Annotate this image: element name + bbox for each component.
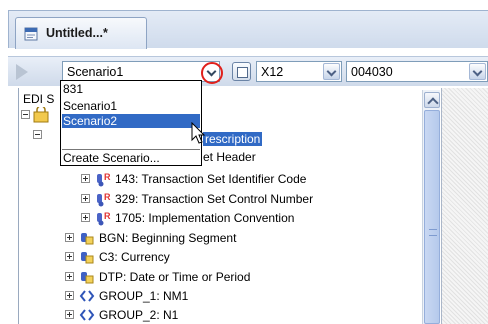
group-icon [79,309,95,321]
tree-row[interactable]: DTP: Date or Time or Period [63,268,403,286]
tree-row[interactable]: GROUP_2: N1 [63,306,403,324]
svg-text:R: R [104,172,111,182]
svg-text:R: R [104,192,111,202]
chevron-down-icon [206,66,217,77]
version-dropdown-button[interactable] [469,63,486,80]
scenario-properties-button[interactable] [232,62,251,81]
scroll-thumb[interactable] [424,110,440,324]
tree-row[interactable]: BGN: Beginning Segment [63,229,403,247]
tree-child-node[interactable] [31,126,51,144]
tree-row-label: 143: Transaction Set Identifier Code [115,172,307,186]
tab-title: Untitled...* [46,26,108,40]
standard-dropdown-button[interactable] [323,63,340,80]
tree-scrollbar[interactable] [422,90,440,324]
tab-untitled[interactable]: Untitled...* [15,17,147,49]
tree-root-label: EDI S [23,92,55,106]
tree-row-label: 329: Transaction Set Control Number [115,192,314,206]
chevron-down-icon [472,66,483,77]
element-icon: R [97,192,111,207]
tree-row-hidden-1-label: rescription [203,132,263,146]
segment-icon [81,252,94,264]
element-icon: R [97,211,111,226]
tree-row-label: GROUP_1: NM1 [99,289,189,303]
tree-row-label: DTP: Date or Time or Period [99,270,251,284]
tree-row-label: BGN: Beginning Segment [99,231,237,245]
svg-text:R: R [104,211,111,221]
dropdown-separator [62,149,200,150]
tree-row-hidden-2-label: et Header [203,150,256,164]
scenario-dropdown-list: 831 Scenario1 Scenario2 Create Scenario.… [60,80,202,166]
scenario-select[interactable]: Scenario1 [62,61,220,82]
expand-icon[interactable] [65,272,74,281]
scenario-option[interactable]: 831 [62,82,200,96]
scroll-up-button[interactable] [424,92,440,108]
tree-row[interactable]: R 143: Transaction Set Identifier Code [79,170,419,188]
folder-lock-icon [33,107,49,123]
tree-row-label: GROUP_2: N1 [99,308,179,322]
tree-row[interactable]: C3: Currency [63,248,403,266]
expand-icon[interactable] [81,213,90,222]
expand-icon[interactable] [65,291,74,300]
tree-row-label: 1705: Implementation Convention [115,211,295,225]
editor-window: Untitled...* Scenario1 X12 004030 EDI S [0,0,488,324]
expand-icon[interactable] [65,310,74,319]
tree-root-node[interactable] [19,106,49,124]
expand-icon[interactable] [65,233,74,242]
element-icon: R [97,172,111,187]
tree-row[interactable]: R 1705: Implementation Convention [79,209,419,227]
scenario-option[interactable]: Scenario1 [62,99,200,113]
group-icon [79,290,95,302]
expand-icon[interactable] [65,252,74,261]
details-pane [441,88,488,324]
document-icon [24,27,38,41]
segment-icon [81,272,94,284]
standard-select[interactable]: X12 [256,61,342,82]
tree-row[interactable]: R 329: Transaction Set Control Number [79,190,419,208]
collapse-icon[interactable] [21,110,30,119]
scenario-dropdown-button[interactable] [201,62,223,84]
scenario-value: Scenario1 [67,65,124,79]
expand-icon[interactable] [81,174,90,183]
segment-icon [81,233,94,245]
create-scenario-item[interactable]: Create Scenario... [62,151,200,165]
mouse-pointer-icon [191,122,206,144]
chevron-down-icon [326,66,337,77]
tree-row[interactable]: GROUP_1: NM1 [63,287,403,305]
scenario-option-selected[interactable]: Scenario2 [62,114,200,128]
tree-row-label: C3: Currency [99,250,170,264]
expand-icon[interactable] [81,194,90,203]
version-select[interactable]: 004030 [346,61,488,82]
run-icon[interactable] [16,64,28,80]
collapse-icon[interactable] [33,130,42,139]
grip-icon [429,229,437,236]
version-value: 004030 [351,65,393,79]
standard-value: X12 [261,65,284,79]
tab-strip: Untitled...* [8,10,488,49]
